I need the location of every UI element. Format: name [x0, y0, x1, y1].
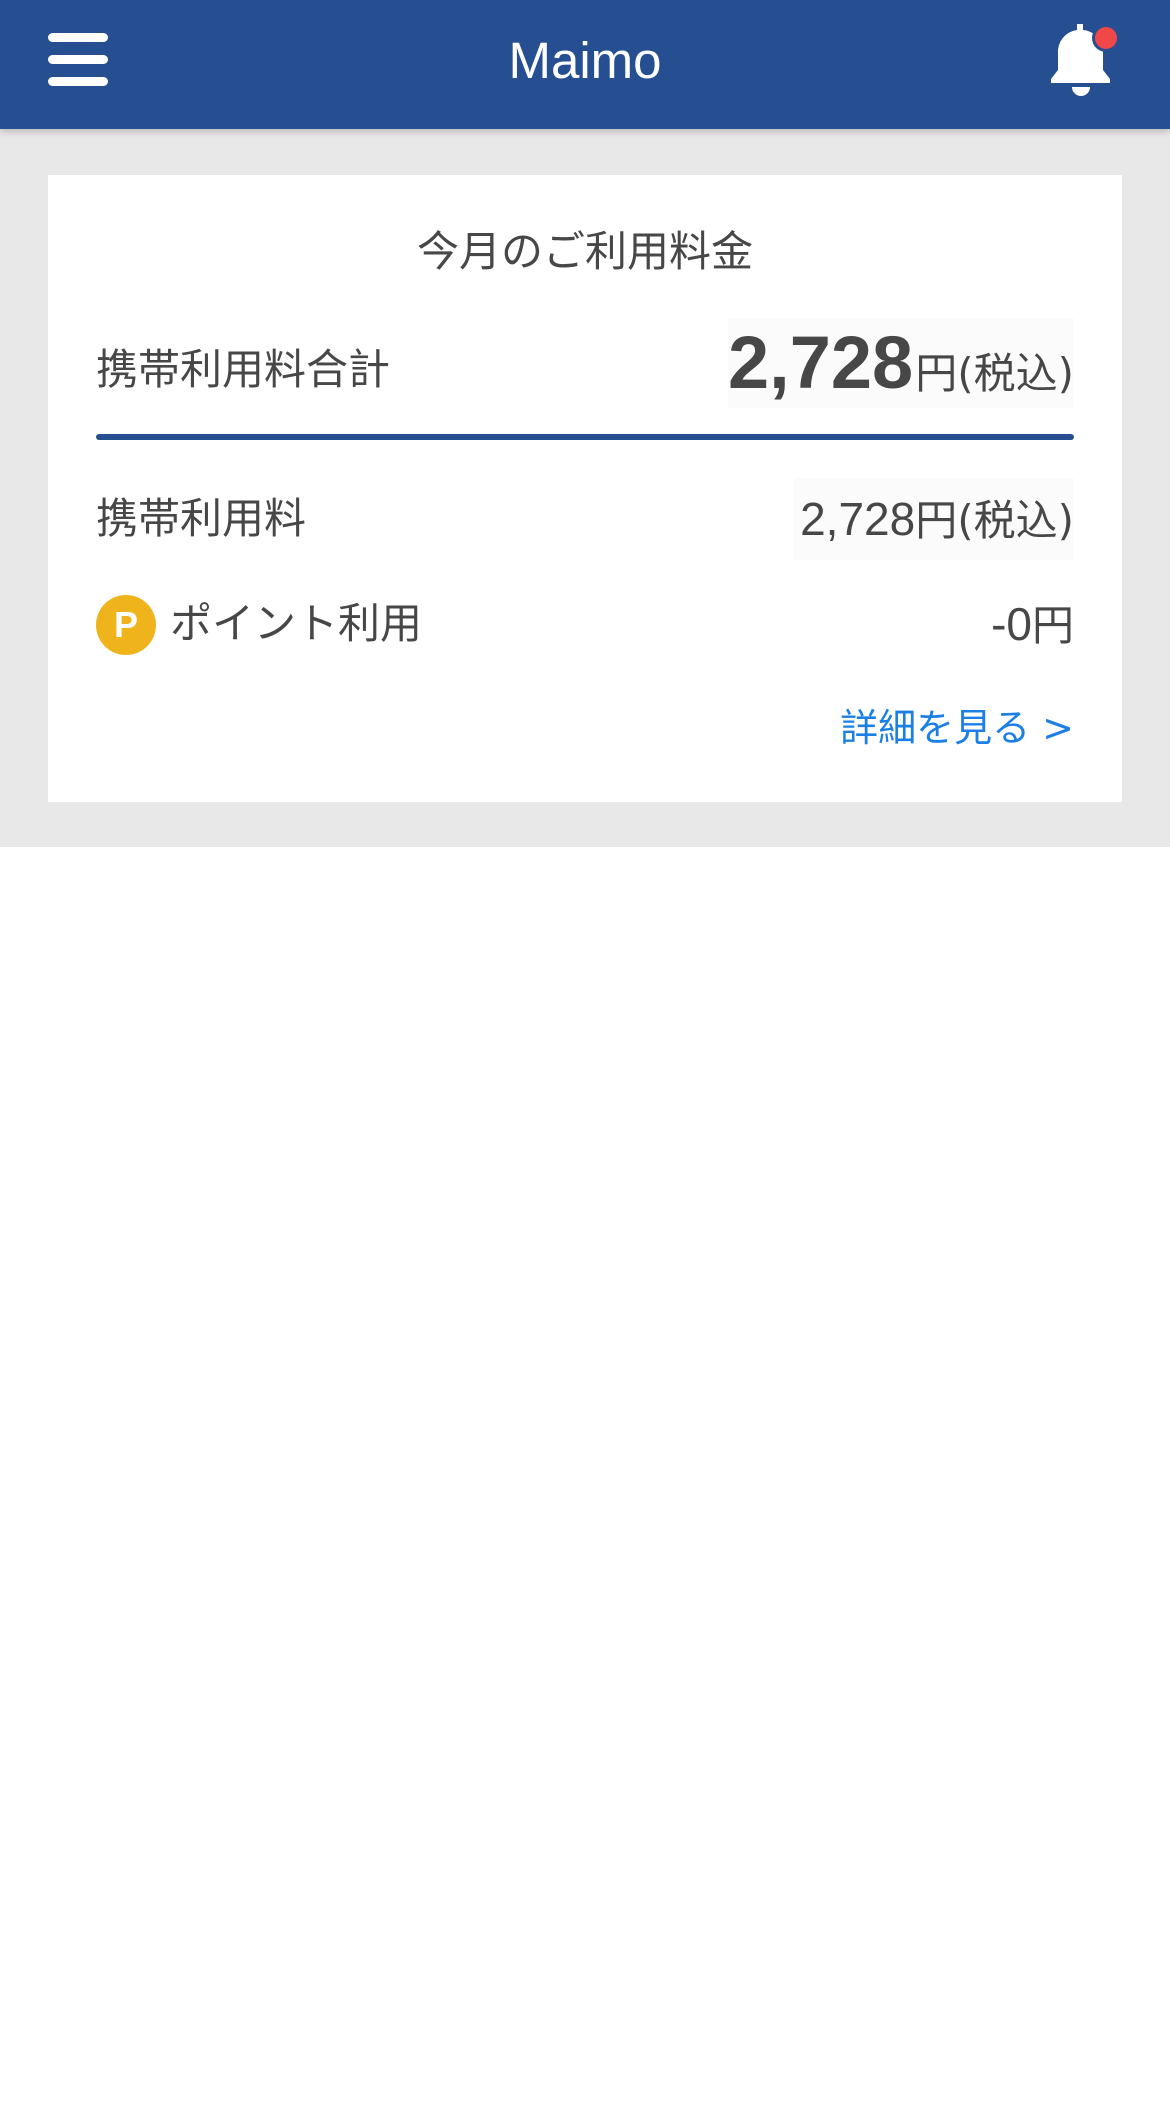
mobile-fee-suffix: 円(税込)	[915, 496, 1074, 545]
total-fee-amount: 2,728	[728, 321, 914, 404]
billing-card-title: 今月のご利用料金	[416, 227, 753, 276]
point-usage-label: ポイント利用	[170, 599, 423, 648]
point-icon: P	[96, 595, 156, 655]
notification-badge	[1095, 27, 1117, 49]
mobile-fee-value: 2,728円(税込)	[794, 478, 1074, 560]
point-usage-suffix: 円	[1031, 601, 1074, 650]
total-fee-tax: (税込)	[957, 349, 1074, 398]
total-fee-label: 携帯利用料合計	[96, 345, 391, 394]
total-fee-value: 2,728 円 (税込)	[728, 318, 1074, 408]
app-header: Maimo	[0, 0, 1170, 129]
mobile-fee-label: 携帯利用料	[96, 494, 307, 543]
notification-bell-icon[interactable]	[1036, 14, 1128, 106]
point-usage-value: -0円	[991, 596, 1074, 654]
total-divider	[96, 434, 1074, 440]
mobile-fee-amount: 2,728	[800, 493, 916, 545]
total-fee-yen: 円	[915, 349, 958, 398]
app-title: Maimo	[508, 32, 662, 89]
view-details-link[interactable]: 詳細を見る >	[840, 702, 1074, 754]
point-usage-amount: -0	[991, 598, 1032, 650]
